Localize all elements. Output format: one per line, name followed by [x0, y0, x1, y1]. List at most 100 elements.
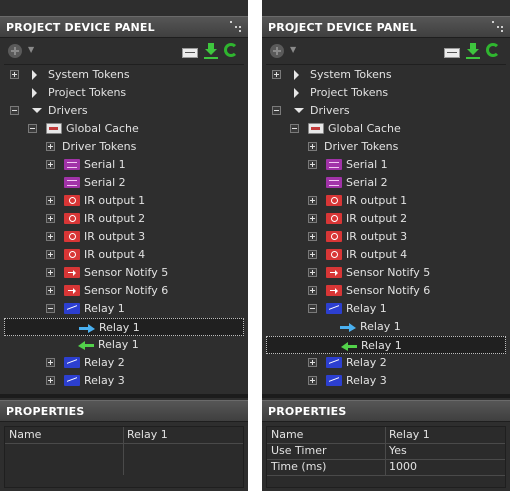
- tree-item[interactable]: Relay 3: [4, 372, 244, 390]
- expand-icon[interactable]: [308, 160, 317, 169]
- expand-icon[interactable]: [46, 160, 55, 169]
- property-value[interactable]: 1000: [389, 460, 417, 473]
- property-value[interactable]: Relay 1: [389, 428, 430, 441]
- expand-icon[interactable]: [308, 286, 317, 295]
- triangle-right-icon: [294, 70, 299, 80]
- property-row[interactable]: Use Timer Yes: [267, 443, 505, 460]
- tree-item[interactable]: Relay 1: [266, 318, 506, 336]
- tree-item[interactable]: Relay 1: [266, 336, 506, 354]
- tree-item[interactable]: Relay 1: [4, 300, 244, 318]
- expand-icon[interactable]: [46, 358, 55, 367]
- splitter[interactable]: [0, 394, 248, 398]
- triangle-right-icon: [294, 88, 299, 98]
- ir-icon: [326, 231, 342, 242]
- chevron-down-icon[interactable]: ▼: [290, 45, 296, 54]
- tree-item[interactable]: System Tokens: [266, 66, 506, 84]
- tree-item[interactable]: Relay 2: [4, 354, 244, 372]
- tree-item[interactable]: Relay 3: [266, 372, 506, 390]
- add-icon[interactable]: [8, 44, 22, 58]
- expand-icon[interactable]: [308, 196, 317, 205]
- property-value[interactable]: Relay 1: [127, 428, 168, 441]
- tree-item[interactable]: Sensor Notify 6: [4, 282, 244, 300]
- download-icon[interactable]: [466, 43, 480, 59]
- collapse-icon[interactable]: [308, 304, 317, 313]
- tree-item[interactable]: Drivers: [266, 102, 506, 120]
- property-row[interactable]: Name Relay 1: [5, 427, 243, 444]
- device-tree: System Tokens Project Tokens Drivers Global…: [266, 66, 506, 392]
- tree-item[interactable]: IR output 1: [4, 192, 244, 210]
- expand-icon[interactable]: [46, 286, 55, 295]
- expand-icon[interactable]: [46, 268, 55, 277]
- expand-icon[interactable]: [308, 250, 317, 259]
- tree-item[interactable]: IR output 2: [4, 210, 244, 228]
- expand-icon[interactable]: [46, 250, 55, 259]
- panel-title: PROJECT DEVICE PANEL: [268, 21, 417, 34]
- expand-icon[interactable]: [308, 142, 317, 151]
- triangle-right-icon: [32, 70, 37, 80]
- tree-item[interactable]: IR output 1: [266, 192, 506, 210]
- tree-item[interactable]: System Tokens: [4, 66, 244, 84]
- tree-item[interactable]: Sensor Notify 5: [266, 264, 506, 282]
- tree-item[interactable]: IR output 4: [266, 246, 506, 264]
- add-icon[interactable]: [270, 44, 284, 58]
- collapse-icon[interactable]: [290, 124, 299, 133]
- property-value[interactable]: Yes: [389, 444, 407, 457]
- tree-item[interactable]: Relay 1: [4, 336, 244, 354]
- tree-item[interactable]: Serial 1: [4, 156, 244, 174]
- device-tree: System Tokens Project Tokens Drivers Global…: [4, 66, 244, 392]
- tree-item[interactable]: IR output 2: [266, 210, 506, 228]
- tree-item[interactable]: Relay 2: [266, 354, 506, 372]
- collapse-icon[interactable]: [28, 124, 37, 133]
- tree-item[interactable]: Sensor Notify 5: [4, 264, 244, 282]
- tree-item-label: Drivers: [48, 104, 88, 117]
- tree-item[interactable]: Global Cache: [266, 120, 506, 138]
- tree-item[interactable]: Driver Tokens: [4, 138, 244, 156]
- tree-item[interactable]: Project Tokens: [266, 84, 506, 102]
- tree-item[interactable]: Relay 1: [266, 300, 506, 318]
- tree-item[interactable]: Serial 2: [266, 174, 506, 192]
- panel-options-icon[interactable]: [230, 21, 242, 33]
- tree-item[interactable]: Sensor Notify 6: [266, 282, 506, 300]
- expand-icon[interactable]: [308, 232, 317, 241]
- splitter[interactable]: [262, 394, 510, 398]
- expand-icon[interactable]: [308, 214, 317, 223]
- keyboard-icon[interactable]: [182, 48, 198, 58]
- triangle-right-icon: [32, 88, 37, 98]
- collapse-icon[interactable]: [46, 304, 55, 313]
- property-row[interactable]: Name Relay 1: [267, 427, 505, 444]
- keyboard-icon[interactable]: [444, 48, 460, 58]
- expand-icon[interactable]: [308, 358, 317, 367]
- tree-item[interactable]: Driver Tokens: [266, 138, 506, 156]
- tree-item[interactable]: Project Tokens: [4, 84, 244, 102]
- tree-item-label: Driver Tokens: [62, 140, 137, 153]
- refresh-icon[interactable]: [486, 43, 500, 57]
- panel-options-icon[interactable]: [492, 21, 504, 33]
- tree-item[interactable]: Relay 1: [4, 318, 244, 336]
- tree-item[interactable]: Drivers: [4, 102, 244, 120]
- expand-icon[interactable]: [46, 214, 55, 223]
- sensor-notify-icon: [326, 285, 342, 296]
- expand-icon[interactable]: [46, 232, 55, 241]
- arrow-left-green-icon: [341, 342, 357, 351]
- tree-item[interactable]: Global Cache: [4, 120, 244, 138]
- expand-icon[interactable]: [10, 70, 19, 79]
- expand-icon[interactable]: [46, 142, 55, 151]
- chevron-down-icon[interactable]: ▼: [28, 45, 34, 54]
- tree-item[interactable]: Serial 2: [4, 174, 244, 192]
- tree-item[interactable]: Serial 1: [266, 156, 506, 174]
- collapse-icon[interactable]: [272, 106, 281, 115]
- refresh-icon[interactable]: [224, 43, 238, 57]
- tree-item[interactable]: IR output 4: [4, 246, 244, 264]
- expand-icon[interactable]: [308, 268, 317, 277]
- property-row[interactable]: Time (ms) 1000: [267, 459, 505, 476]
- collapse-icon[interactable]: [10, 106, 19, 115]
- download-icon[interactable]: [204, 43, 218, 59]
- tree-item[interactable]: IR output 3: [266, 228, 506, 246]
- triangle-down-icon: [32, 108, 42, 113]
- expand-icon[interactable]: [308, 376, 317, 385]
- expand-icon[interactable]: [46, 376, 55, 385]
- expand-icon[interactable]: [46, 196, 55, 205]
- serial-icon: [64, 159, 80, 170]
- expand-icon[interactable]: [272, 70, 281, 79]
- tree-item[interactable]: IR output 3: [4, 228, 244, 246]
